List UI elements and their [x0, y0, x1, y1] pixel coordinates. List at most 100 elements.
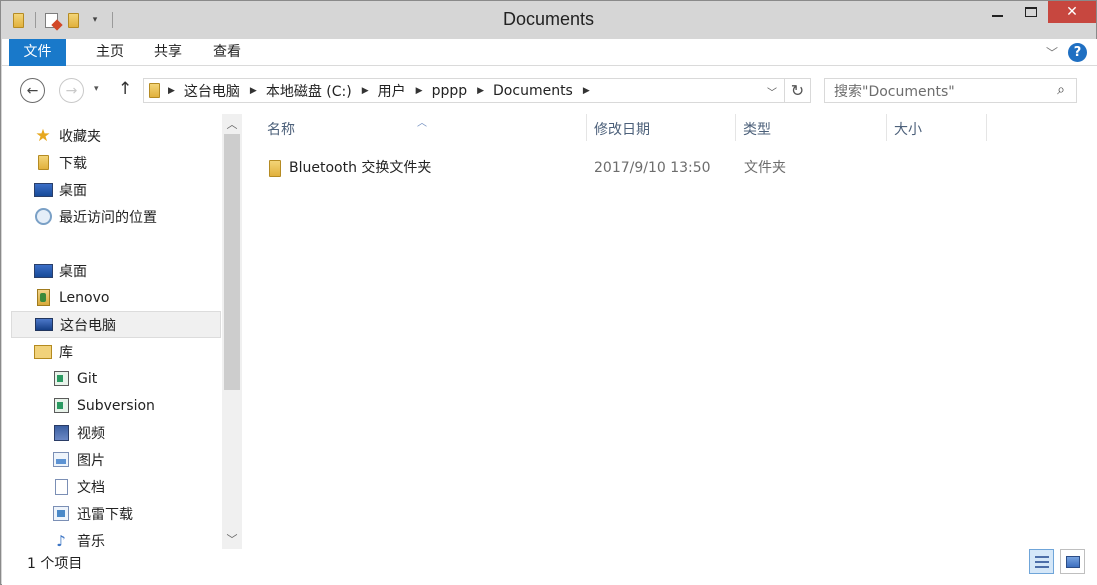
nav-item-lenovo[interactable]: Lenovo [11, 284, 221, 311]
download-library-icon [51, 505, 71, 523]
arrow-left-icon: ← [26, 82, 39, 99]
address-bar[interactable]: ▶ 这台电脑 ▶ 本地磁盘 (C:) ▶ 用户 ▶ pppp ▶ Documen… [143, 78, 785, 103]
search-placeholder: 搜索"Documents" [834, 83, 955, 100]
tab-view[interactable]: 查看 [203, 39, 251, 66]
nav-label: 桌面 [59, 182, 87, 199]
chevron-down-icon: ﹀ [1045, 45, 1058, 60]
computer-icon [34, 316, 54, 334]
arrow-up-icon: ↑ [118, 79, 133, 99]
nav-item-videos[interactable]: 视频 [11, 419, 221, 446]
chevron-up-icon: ︿ [226, 118, 238, 131]
close-button[interactable]: ✕ [1048, 1, 1096, 23]
large-icons-view-icon [1065, 555, 1080, 568]
nav-label: 下载 [59, 155, 87, 172]
nav-item-this-pc[interactable]: 这台电脑 [11, 311, 221, 338]
file-list: 名称 ︿ 修改日期 类型 大小 Bluetooth 交换文件夹 2017/9/1… [256, 114, 1097, 549]
folder-icon [149, 83, 160, 98]
chevron-right-icon[interactable]: ▶ [362, 86, 369, 96]
column-header-modified[interactable]: 修改日期 [583, 114, 733, 146]
navigation-bar: ← → ▾ ↑ ▶ 这台电脑 ▶ 本地磁盘 (C:) ▶ 用户 ▶ pppp ▶… [2, 66, 1097, 114]
breadcrumb-users[interactable]: 用户 [378, 79, 406, 102]
refresh-button[interactable]: ↻ [785, 78, 811, 103]
breadcrumb-local-disk[interactable]: 本地磁盘 (C:) [266, 79, 352, 102]
file-name-cell: Bluetooth 交换文件夹 [269, 154, 431, 182]
nav-item-music[interactable]: ♪ 音乐 [11, 527, 221, 550]
help-button[interactable]: ? [1068, 42, 1087, 62]
back-button[interactable]: ← [20, 78, 45, 103]
up-button[interactable]: ↑ [118, 79, 132, 99]
nav-item-documents[interactable]: 文档 [11, 473, 221, 500]
tab-file[interactable]: 文件 [9, 39, 66, 66]
search-icon[interactable]: ⌕ [1057, 82, 1065, 98]
breadcrumb-this-pc[interactable]: 这台电脑 [184, 79, 240, 102]
breadcrumb-pppp[interactable]: pppp [432, 79, 468, 102]
nav-item-pictures[interactable]: 图片 [11, 446, 221, 473]
column-header-size[interactable]: 大小 [883, 114, 983, 146]
details-view-button[interactable] [1029, 549, 1054, 574]
close-icon: ✕ [1066, 4, 1078, 20]
address-history-button[interactable]: ﹀ [767, 84, 777, 99]
tab-home[interactable]: 主页 [86, 39, 134, 66]
ribbon-right-controls: ﹀ ? [1042, 42, 1087, 62]
scroll-up-button[interactable]: ︿ [222, 114, 242, 134]
nav-item-downloads[interactable]: 下载 [11, 149, 221, 176]
minimize-button[interactable] [980, 1, 1014, 23]
navigation-pane: ★ 收藏夹 下载 桌面 最近访问的位置 桌面 Lenovo 这台电脑 库 Git… [2, 114, 242, 549]
downloads-folder-icon [33, 154, 53, 172]
maximize-icon [1025, 7, 1037, 17]
nav-label: 桌面 [59, 263, 87, 280]
forward-button[interactable]: → [59, 78, 84, 103]
chevron-right-icon[interactable]: ▶ [168, 86, 175, 96]
explorer-window: ▾ Documents ✕ 文件 主页 共享 查看 ﹀ ? ← → ▾ ↑ ▶ … [0, 0, 1097, 585]
help-icon: ? [1073, 44, 1082, 60]
column-header-type[interactable]: 类型 [732, 114, 882, 146]
git-library-icon [51, 370, 71, 388]
refresh-icon: ↻ [790, 81, 805, 100]
tab-share[interactable]: 共享 [144, 39, 192, 66]
sort-ascending-icon: ︿ [417, 118, 427, 129]
subversion-library-icon [51, 397, 71, 415]
chevron-right-icon[interactable]: ▶ [416, 86, 423, 96]
details-view-icon [1034, 555, 1049, 568]
nav-label: Lenovo [59, 289, 110, 306]
pictures-icon [51, 451, 71, 469]
chevron-right-icon[interactable]: ▶ [477, 86, 484, 96]
nav-label: 图片 [77, 452, 105, 469]
chevron-right-icon[interactable]: ▶ [583, 86, 590, 96]
nav-item-subversion[interactable]: Subversion [11, 392, 221, 419]
nav-item-desktop[interactable]: 桌面 [11, 257, 221, 284]
item-count: 1 个项目 [27, 556, 83, 572]
user-folder-icon [33, 289, 53, 307]
recent-locations-button[interactable]: ▾ [94, 84, 99, 94]
nav-scrollbar[interactable]: ︿ ﹀ [222, 114, 242, 549]
document-icon [51, 478, 71, 496]
column-label: 修改日期 [594, 122, 650, 138]
scroll-down-button[interactable]: ﹀ [222, 529, 242, 549]
search-input[interactable]: 搜索"Documents" ⌕ [824, 78, 1077, 103]
desktop-icon [33, 262, 53, 280]
chevron-down-icon: ﹀ [226, 533, 238, 546]
title-bar: ▾ Documents ✕ [1, 1, 1096, 39]
nav-item-desktop-fav[interactable]: 桌面 [11, 176, 221, 203]
nav-item-git[interactable]: Git [11, 365, 221, 392]
column-label: 类型 [743, 122, 771, 138]
nav-label: 文档 [77, 479, 105, 496]
large-icons-view-button[interactable] [1060, 549, 1085, 574]
maximize-button[interactable] [1014, 1, 1048, 23]
breadcrumb-documents[interactable]: Documents [493, 79, 573, 102]
chevron-right-icon[interactable]: ▶ [250, 86, 257, 96]
column-divider[interactable] [986, 114, 987, 141]
nav-label: 库 [59, 344, 73, 361]
nav-item-library[interactable]: 库 [11, 338, 221, 365]
file-row[interactable]: Bluetooth 交换文件夹 2017/9/10 13:50 文件夹 [256, 154, 1096, 182]
nav-label: 视频 [77, 425, 105, 442]
nav-item-xunlei-downloads[interactable]: 迅雷下载 [11, 500, 221, 527]
column-header-name[interactable]: 名称 ︿ [256, 114, 586, 146]
nav-item-favorites[interactable]: ★ 收藏夹 [11, 122, 221, 149]
view-switcher [1023, 549, 1085, 574]
expand-ribbon-button[interactable]: ﹀ [1042, 42, 1062, 62]
library-icon [33, 343, 53, 361]
scroll-thumb[interactable] [224, 134, 240, 390]
minimize-icon [991, 15, 1003, 17]
nav-item-recent-places[interactable]: 最近访问的位置 [11, 203, 221, 230]
